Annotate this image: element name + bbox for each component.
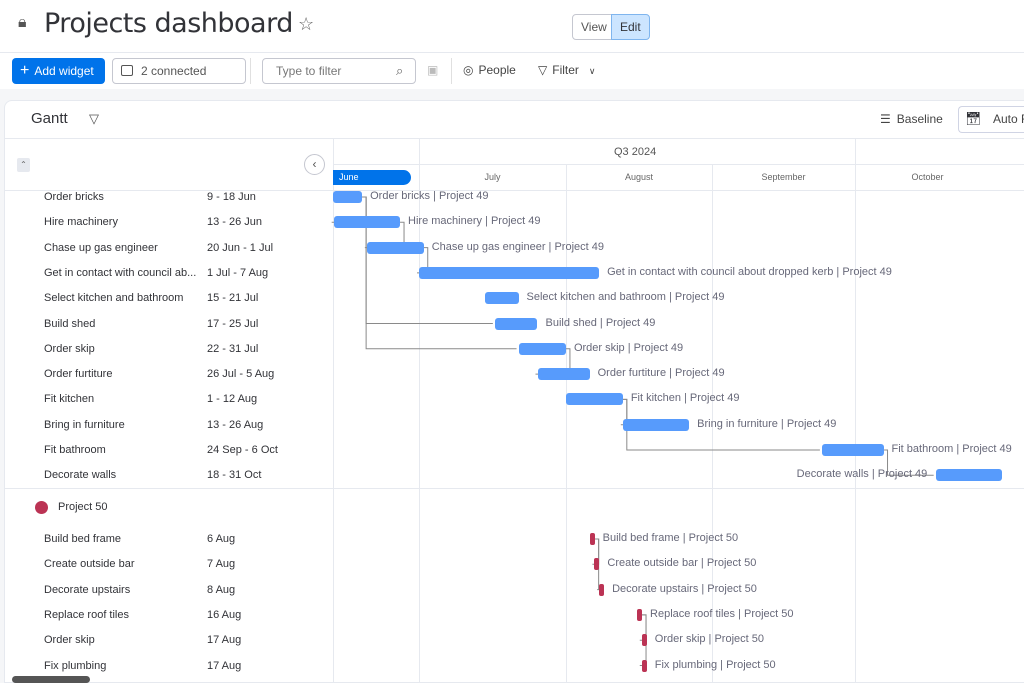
- task-name[interactable]: Replace roof tiles: [44, 609, 202, 621]
- gantt-bar[interactable]: [333, 191, 363, 203]
- bar-label: Hire machinery | Project 49: [408, 215, 541, 228]
- group-color-dot: [35, 501, 48, 514]
- gantt-bar[interactable]: [594, 558, 600, 571]
- task-dates: 20 Jun - 1 Jul: [207, 241, 274, 254]
- gantt-bar[interactable]: [589, 533, 595, 545]
- bar-label: Order skip | Project 49: [573, 341, 684, 354]
- task-dates: 18 - 31 Oct: [207, 469, 262, 482]
- gantt-bar[interactable]: [333, 216, 401, 229]
- task-dates: 24 Sep - 6 Oct: [207, 444, 278, 456]
- bar-label: Replace roof tiles | Project 50: [650, 607, 794, 620]
- task-name[interactable]: Order skip: [44, 634, 202, 646]
- bar-label: Create outside bar | Project 50: [607, 557, 757, 570]
- bar-label: Bring in furniture | Project 49: [697, 417, 837, 430]
- bar-label: Build shed | Project 49: [545, 316, 656, 329]
- gantt-bar[interactable]: [641, 634, 647, 647]
- task-name[interactable]: Get in contact with council ab...: [44, 267, 202, 279]
- gantt-bar[interactable]: [622, 418, 690, 431]
- task-dates: 1 Jul - 7 Aug: [207, 266, 269, 279]
- gantt-bar[interactable]: [637, 608, 643, 621]
- task-dates: 8 Aug: [207, 583, 236, 596]
- bar-label: Decorate upstairs | Project 50: [612, 582, 757, 595]
- gantt-bar[interactable]: [494, 317, 538, 330]
- dependency-links: [331, 196, 934, 666]
- gantt-bar[interactable]: [537, 368, 590, 381]
- task-dates: 6 Aug: [207, 533, 236, 545]
- task-name[interactable]: Hire machinery: [44, 216, 202, 228]
- task-dates: 7 Aug: [207, 558, 236, 571]
- group-name: Project 50: [58, 501, 108, 513]
- task-dates: 16 Aug: [207, 608, 242, 621]
- gantt-bar[interactable]: [565, 393, 623, 406]
- task-name[interactable]: Order bricks: [44, 191, 202, 203]
- bar-label: Order furtiture | Project 49: [597, 367, 725, 380]
- gantt-bar[interactable]: [419, 266, 600, 279]
- task-name[interactable]: Bring in furniture: [44, 419, 202, 431]
- bar-label: Get in contact with council about droppe…: [607, 265, 892, 278]
- horizontal-scrollbar[interactable]: [12, 676, 90, 683]
- gantt-bar[interactable]: [485, 292, 519, 305]
- task-name[interactable]: Build shed: [44, 318, 202, 330]
- task-dates: 15 - 21 Jul: [207, 292, 259, 305]
- task-name[interactable]: Create outside bar: [44, 558, 202, 570]
- task-name[interactable]: Fit bathroom: [44, 444, 202, 456]
- task-dates: 26 Jul - 5 Aug: [207, 368, 275, 381]
- bar-label: Order bricks | Project 49: [370, 190, 489, 202]
- task-name[interactable]: Decorate walls: [44, 469, 202, 481]
- task-name[interactable]: Fix plumbing: [44, 660, 202, 672]
- task-name[interactable]: Chase up gas engineer: [44, 242, 202, 254]
- bar-label: Fit bathroom | Project 49: [891, 443, 1012, 455]
- task-name[interactable]: Build bed frame: [44, 533, 202, 545]
- bar-label: Build bed frame | Project 50: [602, 532, 739, 544]
- task-name[interactable]: Order skip: [44, 343, 202, 355]
- task-name[interactable]: Fit kitchen: [44, 393, 202, 405]
- task-dates: 13 - 26 Aug: [207, 418, 264, 431]
- task-dates: 17 Aug: [207, 634, 242, 647]
- bar-label: Fit kitchen | Project 49: [630, 392, 740, 405]
- bar-label: Fix plumbing | Project 50: [654, 658, 776, 671]
- task-name[interactable]: Decorate upstairs: [44, 584, 202, 596]
- gantt-bar[interactable]: [599, 583, 605, 596]
- bar-label: Select kitchen and bathroom | Project 49: [526, 291, 725, 304]
- gantt-bar[interactable]: [366, 241, 424, 254]
- task-dates: 13 - 26 Jun: [207, 216, 263, 229]
- task-dates: 17 - 25 Jul: [207, 317, 259, 330]
- gantt-bar[interactable]: [518, 342, 566, 355]
- bar-label: Order skip | Project 50: [654, 633, 764, 646]
- bar-label: Chase up gas engineer | Project 49: [431, 240, 604, 253]
- bar-label: Decorate walls | Project 49: [796, 468, 928, 481]
- task-name[interactable]: Order furtiture: [44, 368, 202, 380]
- task-name[interactable]: Select kitchen and bathroom: [44, 292, 202, 304]
- gantt-bar[interactable]: [935, 469, 1003, 482]
- task-dates: 22 - 31 Jul: [207, 342, 259, 355]
- gantt-bar[interactable]: [641, 659, 647, 672]
- task-dates: 9 - 18 Jun: [207, 191, 256, 203]
- task-dates: 17 Aug: [207, 659, 242, 672]
- task-dates: 1 - 12 Aug: [207, 393, 258, 406]
- gantt-bar[interactable]: [821, 444, 884, 456]
